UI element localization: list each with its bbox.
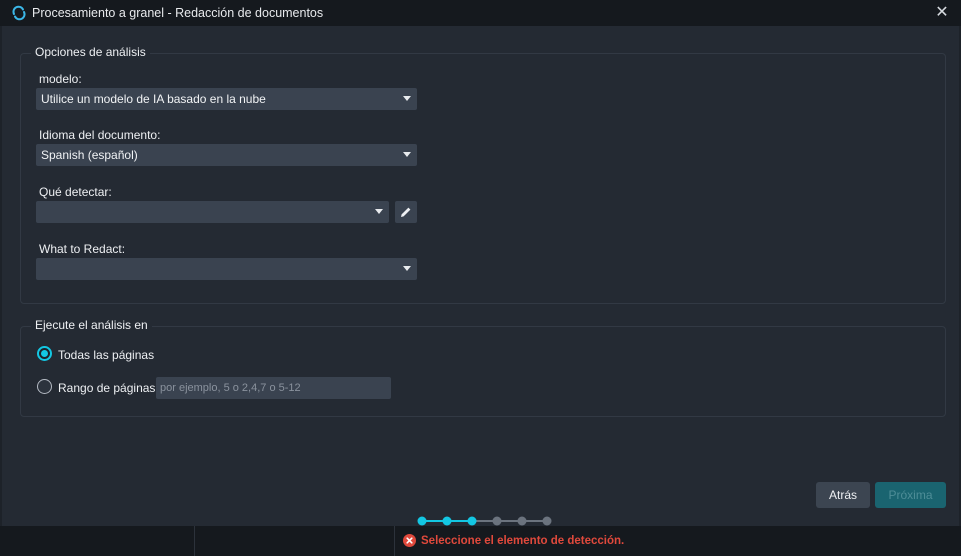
page-range-radio[interactable] bbox=[37, 379, 52, 394]
stepper-dot bbox=[542, 516, 552, 526]
status-bar: Seleccione el elemento de detección. bbox=[0, 526, 961, 556]
error-icon bbox=[403, 534, 416, 547]
analysis-options-legend: Opciones de análisis bbox=[31, 45, 150, 59]
chevron-down-icon bbox=[403, 266, 411, 271]
stepper-dot bbox=[417, 516, 427, 526]
redact-label: What to Redact: bbox=[39, 242, 126, 256]
stepper-dot bbox=[442, 516, 452, 526]
stepper-dot bbox=[467, 516, 477, 526]
run-analysis-legend: Ejecute el análisis en bbox=[31, 318, 152, 332]
chevron-down-icon bbox=[403, 152, 411, 157]
status-divider bbox=[394, 526, 395, 556]
window-title: Procesamiento a granel - Redacción de do… bbox=[32, 6, 324, 20]
model-label: modelo: bbox=[39, 72, 82, 86]
page-range-input[interactable] bbox=[156, 377, 391, 399]
run-analysis-group bbox=[20, 326, 946, 417]
language-select[interactable]: Spanish (español) bbox=[36, 144, 417, 166]
pencil-icon bbox=[401, 207, 411, 217]
redact-select[interactable] bbox=[36, 258, 417, 280]
model-select-value: Utilice un modelo de IA basado en la nub… bbox=[41, 92, 266, 106]
title-bar: Procesamiento a granel - Redacción de do… bbox=[0, 0, 961, 26]
back-button[interactable]: Atrás bbox=[816, 482, 870, 508]
next-button[interactable]: Próxima bbox=[875, 482, 946, 508]
page-range-label[interactable]: Rango de páginas bbox=[58, 381, 155, 395]
language-label: Idioma del documento: bbox=[39, 128, 161, 142]
chevron-down-icon bbox=[403, 96, 411, 101]
next-button-label: Próxima bbox=[888, 488, 933, 502]
all-pages-label[interactable]: Todas las páginas bbox=[58, 348, 154, 362]
language-select-value: Spanish (español) bbox=[41, 148, 138, 162]
chevron-down-icon bbox=[375, 209, 383, 214]
close-icon[interactable]: ✕ bbox=[933, 4, 951, 22]
status-divider bbox=[194, 526, 195, 556]
stepper-dot bbox=[517, 516, 527, 526]
back-button-label: Atrás bbox=[828, 488, 857, 502]
edit-detect-button[interactable] bbox=[395, 201, 417, 223]
error-text: Seleccione el elemento de detección. bbox=[421, 534, 625, 547]
sync-icon bbox=[12, 5, 26, 21]
stepper-dot bbox=[492, 516, 502, 526]
model-select[interactable]: Utilice un modelo de IA basado en la nub… bbox=[36, 88, 417, 110]
detect-label: Qué detectar: bbox=[39, 185, 112, 199]
error-message: Seleccione el elemento de detección. bbox=[403, 534, 624, 547]
detect-select[interactable] bbox=[36, 201, 389, 223]
all-pages-radio[interactable] bbox=[37, 346, 52, 361]
dialog-body: Opciones de análisis modelo: Utilice un … bbox=[2, 26, 959, 526]
